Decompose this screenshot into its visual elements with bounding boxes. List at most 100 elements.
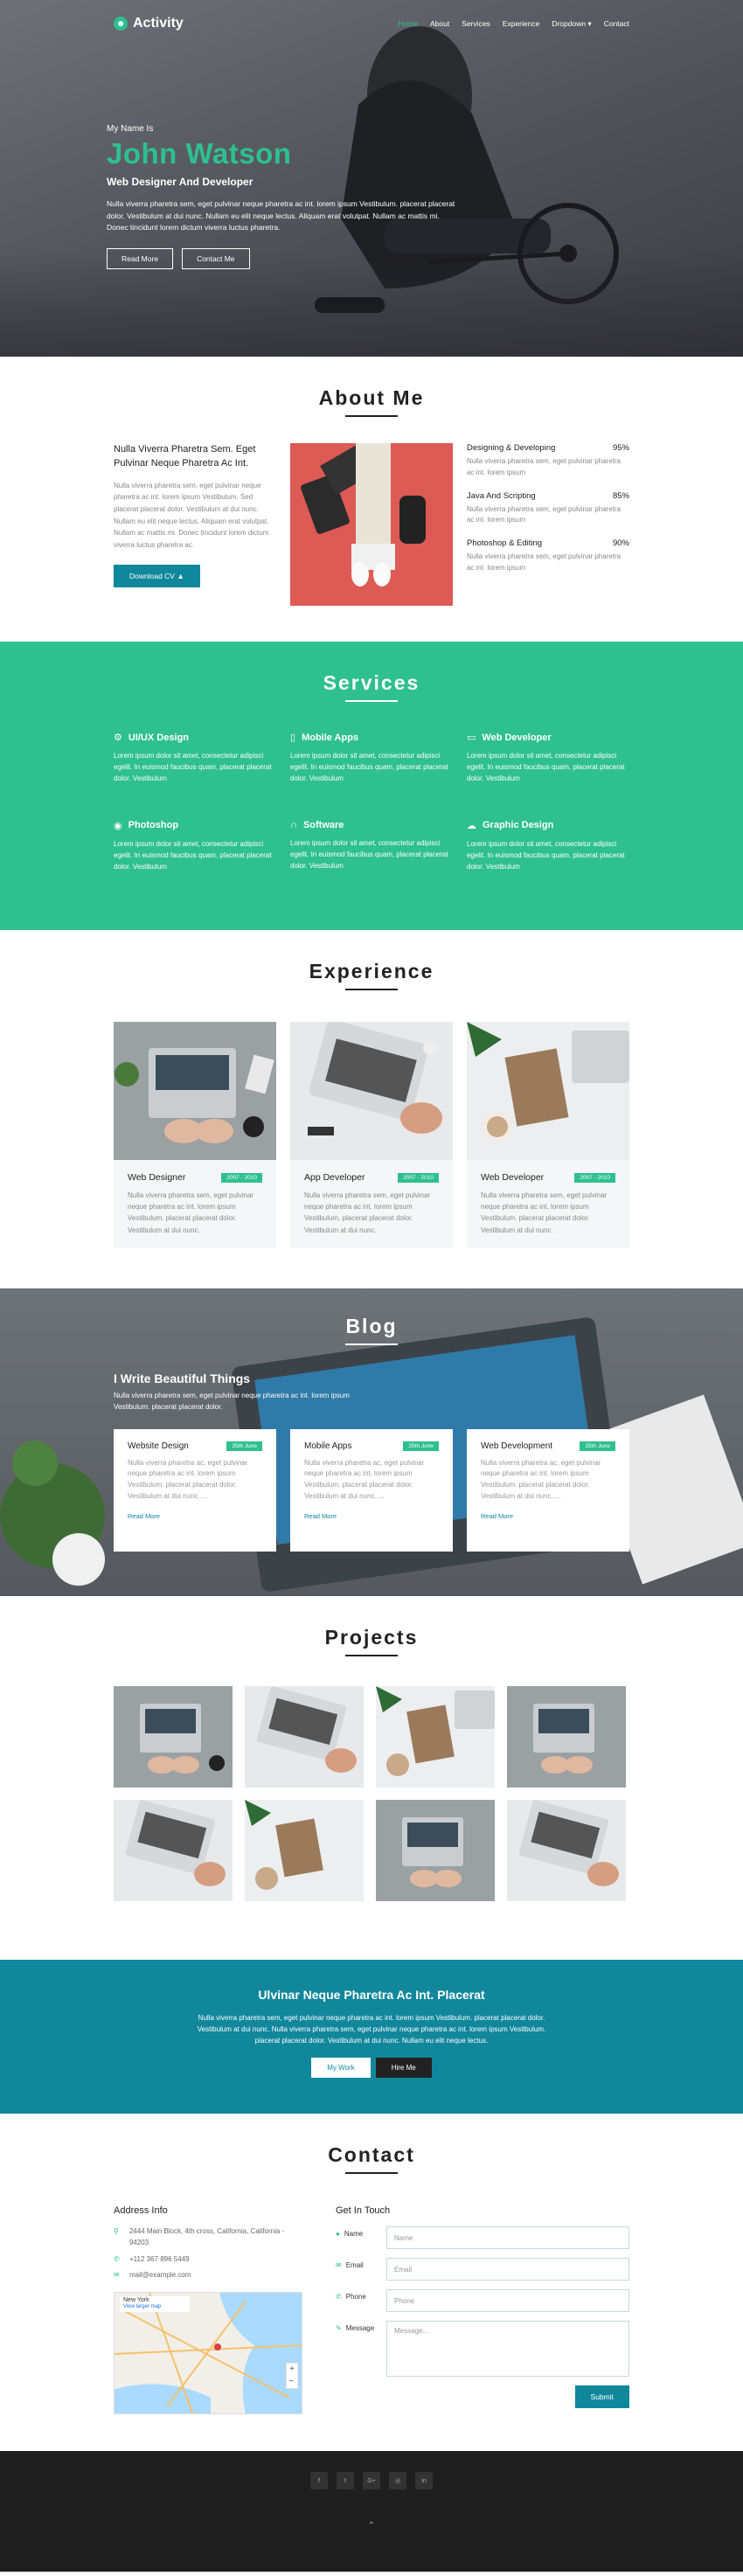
project-thumbnail[interactable] — [376, 1800, 495, 1901]
skill-percent: 95% — [612, 443, 629, 453]
blog-card[interactable]: Website Design 25th June Nulla viverra ph… — [114, 1428, 276, 1552]
blog-section: Blog I Write Beautiful Things Nulla vive… — [0, 1288, 743, 1596]
name-input[interactable]: Name — [386, 2226, 629, 2249]
email-input[interactable]: Email — [386, 2258, 629, 2281]
title-divider — [345, 700, 398, 702]
skill-text: Nulla viverra pharetra sem, eget pulvina… — [467, 504, 621, 524]
linkedin-icon[interactable]: in — [415, 2472, 433, 2489]
experience-text: Nulla viverra pharetra sem, eget pulvina… — [304, 1191, 431, 1234]
camera-icon: ◉ — [114, 820, 122, 831]
read-more-link[interactable]: Read More — [304, 1512, 337, 1520]
cta-section: Ulvinar Neque Pharetra Ac Int. Placerat … — [0, 1960, 743, 2114]
blog-card[interactable]: Mobile Apps 25th June Nulla viverra phare… — [290, 1428, 453, 1552]
footer: f t G+ ◎ in ⌃ — [0, 2451, 743, 2572]
about-section: About Me Nulla Viverra Pharetra Sem. Ege… — [0, 357, 743, 642]
cogs-icon: ⚙ — [114, 733, 122, 743]
nav-menu: Home About Services Experience Dropdown … — [398, 19, 629, 29]
contact-title: Contact — [328, 2143, 415, 2166]
project-thumbnail[interactable] — [245, 1800, 364, 1901]
service-name: Graphic Design — [483, 820, 554, 831]
phone-text[interactable]: +112 367 896 5449 — [129, 2254, 190, 2266]
scroll-top-icon[interactable]: ⌃ — [0, 2521, 743, 2531]
blog-post-title: Mobile Apps — [304, 1441, 352, 1451]
download-cv-button[interactable]: Download CV ▲ — [114, 565, 200, 588]
experience-image — [114, 1022, 276, 1160]
hero-role: Web Designer And Developer — [107, 176, 253, 188]
nav-dropdown[interactable]: Dropdown ▾ — [552, 19, 591, 29]
envelope-icon: ✉ — [336, 2261, 342, 2269]
blog-post-text: Nulla viverra pharetra ac, eget pulvinar… — [128, 1458, 248, 1500]
google-plus-icon[interactable]: G+ — [363, 2472, 380, 2489]
project-thumbnail[interactable] — [507, 1686, 626, 1788]
blog-card[interactable]: Web Development 25th June Nulla viverra p… — [467, 1428, 629, 1552]
experience-card[interactable]: App Developer 2007 - 2010 Nulla viverra p… — [290, 1022, 453, 1248]
read-more-link[interactable]: Read More — [128, 1512, 160, 1520]
project-thumbnail[interactable] — [376, 1686, 495, 1788]
project-thumbnail[interactable] — [114, 1686, 233, 1788]
project-thumbnail[interactable] — [245, 1686, 364, 1788]
phone-input[interactable]: Phone — [386, 2289, 629, 2312]
hire-me-button[interactable]: Hire Me — [375, 2057, 432, 2078]
dribbble-icon[interactable]: ◎ — [389, 2472, 406, 2489]
experience-card[interactable]: Web Developer 2007 - 2010 Nulla viverra p… — [467, 1022, 629, 1248]
service-name: UI/UX Design — [128, 732, 189, 743]
my-work-button[interactable]: My Work — [311, 2057, 371, 2078]
phone-icon: ✆ — [114, 2254, 120, 2263]
experience-card[interactable]: Web Designer 2007 - 2010 Nulla viverra ph… — [114, 1022, 276, 1248]
skill-item: Java And Scripting 85% Nulla viverra phar… — [467, 491, 629, 527]
blog-post-text: Nulla viverra pharetra ac, eget pulvinar… — [304, 1458, 425, 1500]
experience-text: Nulla viverra pharetra sem, eget pulvina… — [481, 1191, 608, 1234]
logo[interactable]: ☻ Activity — [114, 16, 184, 31]
blog-intro-text: Nulla viverra pharetra sem, eget pulvina… — [114, 1392, 350, 1411]
date-badge: 25th June — [226, 1441, 262, 1451]
blog-heading: I Write Beautiful Things — [114, 1371, 251, 1385]
experience-text: Nulla viverra pharetra sem, eget pulvina… — [128, 1191, 254, 1234]
contact-me-button[interactable]: Contact Me — [182, 247, 250, 269]
about-photo — [290, 441, 453, 606]
email-text[interactable]: mail@example.com — [129, 2270, 191, 2281]
message-textarea[interactable]: Message... — [386, 2321, 629, 2377]
read-more-button[interactable]: Read More — [107, 247, 174, 269]
experience-name: Web Developer — [481, 1172, 545, 1183]
social-links: f t G+ ◎ in — [0, 2472, 743, 2489]
skill-name: Designing & Developing — [467, 443, 556, 453]
service-text: Lorem ipsum dolor sit amet, consectetur … — [290, 838, 448, 870]
read-more-link[interactable]: Read More — [481, 1512, 513, 1520]
service-item: ▭ Web Developer Lorem ipsum dolor sit ame… — [467, 732, 629, 785]
nav-home[interactable]: Home — [398, 19, 418, 29]
service-text: Lorem ipsum dolor sit amet, consectetur … — [467, 839, 625, 871]
hero-greeting: My Name Is — [107, 124, 154, 134]
nav-contact[interactable]: Contact — [604, 19, 629, 29]
project-thumbnail[interactable] — [114, 1800, 233, 1901]
skill-percent: 85% — [612, 490, 629, 501]
hero-description: Nulla viverra pharetra sem, eget pulvina… — [107, 199, 455, 233]
view-larger-map-link[interactable]: View larger map — [123, 2304, 161, 2309]
nav-about[interactable]: About — [430, 19, 449, 29]
blog-post-title: Website Design — [128, 1441, 189, 1451]
twitter-icon[interactable]: t — [337, 2472, 354, 2489]
nav-experience[interactable]: Experience — [503, 19, 540, 29]
facebook-icon[interactable]: f — [310, 2472, 328, 2489]
experience-name: Web Designer — [128, 1172, 186, 1183]
hero-name: John Watson — [107, 137, 292, 170]
service-item: ◉ Photoshop Lorem ipsum dolor sit amet, c… — [114, 820, 276, 873]
service-text: Lorem ipsum dolor sit amet, consectetur … — [467, 752, 625, 783]
service-name: Mobile Apps — [302, 732, 359, 743]
service-name: Photoshop — [128, 820, 179, 831]
service-item: ☁ Graphic Design Lorem ipsum dolor sit am… — [467, 820, 629, 873]
email-label: Email — [345, 2261, 364, 2269]
project-thumbnail[interactable] — [507, 1800, 626, 1901]
date-badge: 25th June — [580, 1441, 615, 1451]
google-map[interactable]: New York View larger map + − — [114, 2292, 302, 2415]
title-divider — [345, 989, 398, 990]
message-label: Message — [345, 2324, 375, 2332]
submit-button[interactable]: Submit — [574, 2385, 629, 2408]
experience-image — [467, 1022, 629, 1160]
headphones-icon: ∩ — [290, 819, 297, 830]
zoom-out-icon[interactable]: − — [288, 2377, 294, 2386]
nav-services[interactable]: Services — [462, 19, 490, 29]
zoom-in-icon[interactable]: + — [289, 2364, 295, 2374]
service-item: ⚙ UI/UX Design Lorem ipsum dolor sit amet… — [114, 732, 276, 785]
projects-title: Projects — [324, 1626, 419, 1649]
experience-section: Experience Web Designer 2007 - 2010 Nulla… — [0, 930, 743, 1288]
